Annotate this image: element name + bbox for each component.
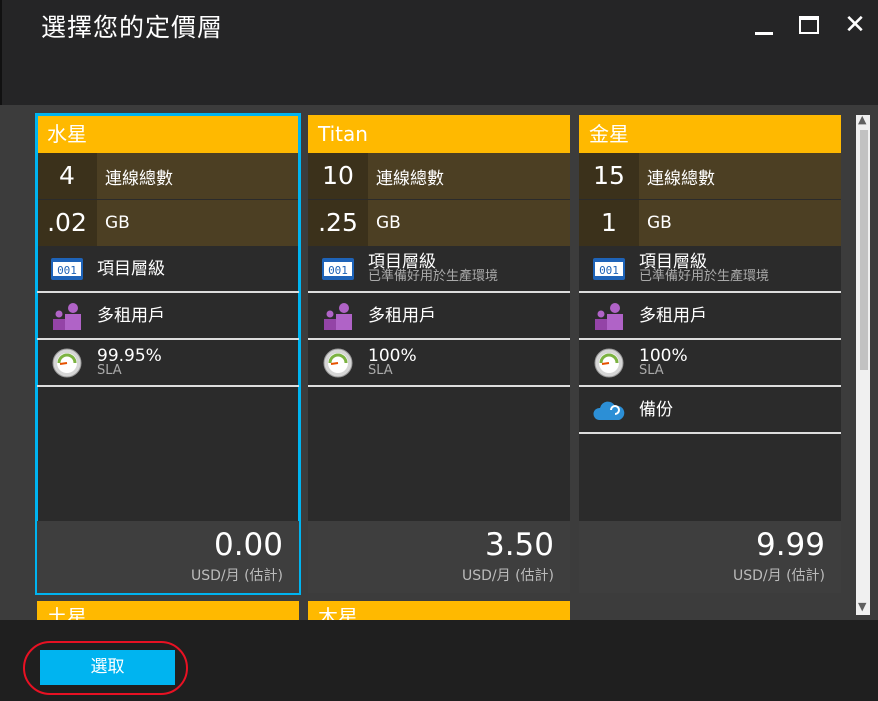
feature-title: 多租用戶 [97, 305, 165, 326]
connections-value: 10 [308, 153, 368, 199]
price-panel: 3.50 USD/月 (估計) [308, 521, 570, 593]
svg-text:001: 001 [57, 264, 77, 277]
db-tier-icon: 001 [579, 257, 639, 280]
feature-title: 100% [639, 346, 688, 366]
storage-label: GB [105, 213, 130, 233]
sla-gauge-icon [579, 348, 639, 378]
scrollbar-thumb[interactable] [860, 130, 868, 370]
window-edge [0, 0, 2, 105]
db-tier-icon: 001 [308, 257, 368, 280]
tier-name: 金星 [579, 115, 841, 153]
connections-label: 連線總數 [105, 168, 173, 189]
tier-card-titan[interactable]: Titan 10 連線總數 .25 GB 001 項目層級 已準備好用於生產環境… [308, 115, 570, 593]
price-amount: 3.50 [484, 527, 554, 563]
tier-card-venus[interactable]: 金星 15 連線總數 1 GB 001 項目層級 已準備好用於生產環境 多租用戶 [579, 115, 841, 593]
feature-subtitle: 已準備好用於生產環境 [368, 269, 499, 284]
tenant-icon [308, 302, 368, 330]
storage-value: .25 [308, 200, 368, 246]
storage-value: 1 [579, 200, 639, 246]
storage-value: .02 [37, 200, 97, 246]
feature-row: 001 項目層級 已準備好用於生產環境 [579, 246, 841, 293]
feature-title: 項目層級 [639, 252, 707, 272]
feature-subtitle: 已準備好用於生產環境 [639, 269, 770, 284]
feature-row: 001 項目層級 [37, 246, 299, 293]
close-icon[interactable]: ✕ [840, 10, 870, 40]
feature-row: 001 項目層級 已準備好用於生產環境 [308, 246, 570, 293]
highlight-annotation [23, 641, 188, 695]
feature-row: 99.95% SLA [37, 340, 299, 387]
feature-title: 多租用戶 [368, 305, 436, 326]
tenant-icon [37, 302, 97, 330]
sla-gauge-icon [308, 348, 368, 378]
tier-name: 土星 [47, 605, 87, 620]
price-unit: USD/月 (估計) [190, 568, 283, 584]
db-tier-icon: 001 [37, 257, 97, 280]
price-amount: 0.00 [213, 527, 283, 563]
connections-label: 連線總數 [647, 168, 715, 189]
svg-text:001: 001 [328, 264, 348, 277]
connections-row: 15 連線總數 [579, 153, 841, 199]
feature-row: 100% SLA [308, 340, 570, 387]
tier-name: 木星 [318, 605, 358, 620]
cloud-backup-icon [579, 398, 639, 422]
pricing-tier-list: 水星 4 連線總數 .02 GB 001 項目層級 多租用戶 99.95% SL… [0, 105, 878, 620]
tier-card-partial[interactable]: 木星 [308, 601, 570, 620]
price-unit: USD/月 (估計) [732, 568, 825, 584]
feature-title: 多租用戶 [639, 305, 707, 326]
connections-value: 4 [37, 153, 97, 199]
feature-row: 備份 [579, 387, 841, 434]
sla-gauge-icon [37, 348, 97, 378]
price-amount: 9.99 [755, 527, 825, 563]
tier-name: Titan [308, 115, 570, 153]
feature-row: 多租用戶 [308, 293, 570, 340]
connections-row: 10 連線總數 [308, 153, 570, 199]
minimize-icon[interactable] [752, 10, 782, 40]
title-bar: 選擇您的定價層 ✕ [0, 0, 878, 105]
storage-label: GB [647, 213, 672, 233]
storage-row: 1 GB [579, 199, 841, 246]
feature-title: 項目層級 [97, 258, 165, 279]
price-panel: 9.99 USD/月 (估計) [579, 521, 841, 593]
storage-row: .02 GB [37, 199, 299, 246]
tier-card-partial[interactable]: 土星 [37, 601, 299, 620]
feature-row: 多租用戶 [37, 293, 299, 340]
storage-row: .25 GB [308, 199, 570, 246]
tier-card-mercury[interactable]: 水星 4 連線總數 .02 GB 001 項目層級 多租用戶 99.95% SL… [35, 113, 301, 595]
scroll-down-icon[interactable]: ▼ [858, 600, 866, 613]
connections-label: 連線總數 [376, 168, 444, 189]
scroll-up-icon[interactable]: ▲ [858, 113, 866, 126]
tier-name: 水星 [37, 115, 299, 153]
maximize-icon[interactable] [796, 10, 826, 40]
feature-title: 99.95% [97, 346, 162, 366]
svg-text:001: 001 [599, 264, 619, 277]
feature-title: 備份 [639, 399, 673, 420]
feature-row: 多租用戶 [579, 293, 841, 340]
feature-title: 項目層級 [368, 252, 436, 272]
price-unit: USD/月 (估計) [461, 568, 554, 584]
connections-value: 15 [579, 153, 639, 199]
price-panel: 0.00 USD/月 (估計) [37, 521, 299, 593]
feature-title: 100% [368, 346, 417, 366]
tenant-icon [579, 302, 639, 330]
connections-row: 4 連線總數 [37, 153, 299, 199]
storage-label: GB [376, 213, 401, 233]
feature-row: 100% SLA [579, 340, 841, 387]
dialog-title: 選擇您的定價層 [41, 13, 224, 42]
